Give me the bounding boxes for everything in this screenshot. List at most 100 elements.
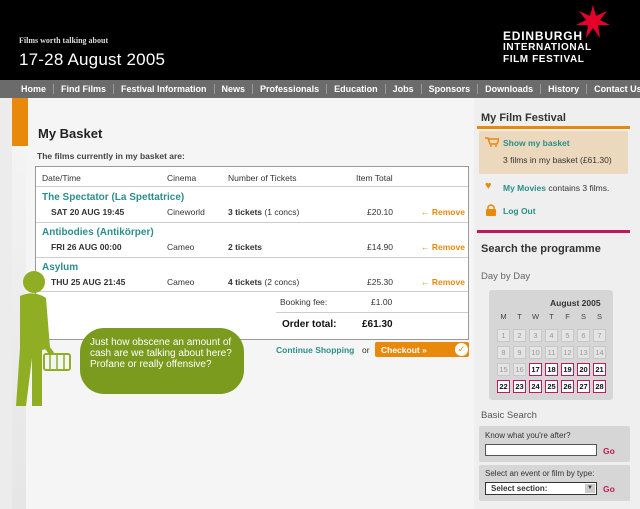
tagline: Films worth talking about: [19, 36, 109, 45]
nav-professionals[interactable]: Professionals: [253, 84, 328, 94]
col-header-total: Item Total: [356, 173, 393, 183]
dropdown-arrow-icon: ▼: [585, 484, 595, 493]
section-go-button[interactable]: Go: [603, 484, 615, 494]
ticket-count: 3 tickets (1 concs): [228, 207, 299, 217]
search-go-button[interactable]: Go: [603, 446, 615, 456]
lock-icon: [486, 204, 496, 216]
col-header-date: Date/Time: [42, 173, 81, 183]
item-price: £14.90: [367, 242, 393, 252]
basket-count: 3 films in my basket (£61.30): [503, 155, 612, 165]
row-divider: [36, 186, 468, 187]
calendar-day: 7: [593, 329, 606, 342]
calendar-day: 14: [593, 346, 606, 359]
calendar-weekday: T: [549, 312, 554, 321]
nav-downloads[interactable]: Downloads: [478, 84, 542, 94]
nav-find-films[interactable]: Find Films: [54, 84, 115, 94]
tickets: 4 tickets: [228, 277, 263, 287]
nav-education[interactable]: Education: [327, 84, 386, 94]
logo-line-2: INTERNATIONAL: [503, 42, 592, 53]
remove-button[interactable]: ← Remove: [421, 277, 465, 287]
calendar-weekday: T: [517, 312, 522, 321]
nav-jobs[interactable]: Jobs: [386, 84, 422, 94]
nav-history[interactable]: History: [541, 84, 588, 94]
calendar-weekday: W: [531, 312, 540, 321]
order-total-value: £61.30: [362, 319, 393, 330]
calendar-weekday: S: [580, 312, 586, 321]
row-divider: [276, 312, 468, 313]
calendar-day: 9: [513, 346, 526, 359]
film-title-link[interactable]: Antibodies (Antikörper): [42, 227, 154, 238]
nav-home[interactable]: Home: [14, 84, 55, 94]
calendar-day: 16: [513, 363, 526, 376]
nav-news[interactable]: News: [215, 84, 254, 94]
calendar-day: 3: [529, 329, 542, 342]
concessions: (1 concs): [264, 207, 300, 217]
site-header: Films worth talking about 17-28 August 2…: [0, 0, 640, 80]
booking-fee-value: £1.00: [371, 297, 393, 307]
calendar-day: 10: [529, 346, 542, 359]
main-nav: Home Find Films Festival Information New…: [0, 80, 640, 98]
cinema: Cameo: [167, 277, 195, 287]
or-text: or: [362, 345, 370, 355]
ticket-count: 2 tickets: [228, 242, 262, 252]
section-select[interactable]: Select section: ▼: [485, 482, 597, 495]
my-movies-count: contains 3 films.: [546, 183, 610, 193]
nav-contact-us[interactable]: Contact Us: [587, 84, 640, 94]
star-logo-icon: [576, 5, 610, 38]
logout-link[interactable]: Log Out: [503, 206, 536, 216]
show-basket-link[interactable]: Show my basket: [503, 138, 570, 148]
calendar-day-festival[interactable]: 24: [529, 380, 542, 393]
calendar-day-festival[interactable]: 19: [561, 363, 574, 376]
calendar-day-festival[interactable]: 28: [593, 380, 606, 393]
sidebar-divider: [477, 126, 630, 129]
calendar-day-festival[interactable]: 21: [593, 363, 606, 376]
item-price: £25.30: [367, 277, 393, 287]
calendar-day-festival[interactable]: 22: [497, 380, 510, 393]
nav-festival-information[interactable]: Festival Information: [114, 84, 215, 94]
basket-subtitle: The films currently in my basket are:: [37, 151, 185, 161]
calendar-day-festival[interactable]: 18: [545, 363, 558, 376]
search-heading: Search the programme: [481, 243, 601, 255]
logo-line-3: FILM FESTIVAL: [503, 54, 585, 65]
tickets: 3 tickets: [228, 207, 263, 217]
calendar-day: 4: [545, 329, 558, 342]
sidebar-heading: My Film Festival: [481, 112, 566, 124]
calendar-day-festival[interactable]: 20: [577, 363, 590, 376]
calendar-day: 11: [545, 346, 558, 359]
festival-dates: 17-28 August 2005: [19, 50, 166, 69]
film-title-link[interactable]: The Spectator (La Spettatrice): [42, 192, 184, 203]
calendar-day: 6: [577, 329, 590, 342]
my-movies-line: My Movies contains 3 films.: [503, 183, 609, 193]
booking-fee-label: Booking fee:: [280, 297, 328, 307]
continue-shopping-link[interactable]: Continue Shopping: [276, 345, 354, 355]
calendar-day-festival[interactable]: 26: [561, 380, 574, 393]
checkout-label: Checkout »: [381, 345, 427, 355]
row-divider: [36, 257, 468, 258]
calendar-day-festival[interactable]: 23: [513, 380, 526, 393]
basic-search-heading: Basic Search: [481, 410, 537, 421]
row-divider: [36, 291, 468, 292]
nav-sponsors[interactable]: Sponsors: [422, 84, 479, 94]
page-title: My Basket: [38, 126, 103, 141]
shopper-figure-icon: [16, 271, 71, 406]
calendar-day-festival[interactable]: 17: [529, 363, 542, 376]
calendar-day-festival[interactable]: 25: [545, 380, 558, 393]
order-total-label: Order total:: [282, 319, 337, 330]
search-input[interactable]: [485, 444, 597, 456]
remove-button[interactable]: ← Remove: [421, 242, 465, 252]
col-header-tickets: Number of Tickets: [228, 173, 297, 183]
remove-button[interactable]: ← Remove: [421, 207, 465, 217]
calendar-day: 5: [561, 329, 574, 342]
day-by-day-label: Day by Day: [481, 271, 531, 282]
keyword-search-label: Know what you're after?: [485, 431, 571, 440]
calendar-weekday: M: [500, 312, 507, 321]
row-divider: [36, 222, 468, 223]
my-movies-link[interactable]: My Movies: [503, 183, 546, 193]
calendar-day: 1: [497, 329, 510, 342]
heart-icon: ♥: [485, 180, 492, 192]
calendar-day: 13: [577, 346, 590, 359]
ticket-count: 4 tickets (2 concs): [228, 277, 299, 287]
speech-bubble-text: Just how obscene an amount of cash are w…: [90, 337, 232, 370]
type-search-label: Select an event or film by type:: [485, 469, 595, 478]
calendar-day-festival[interactable]: 27: [577, 380, 590, 393]
